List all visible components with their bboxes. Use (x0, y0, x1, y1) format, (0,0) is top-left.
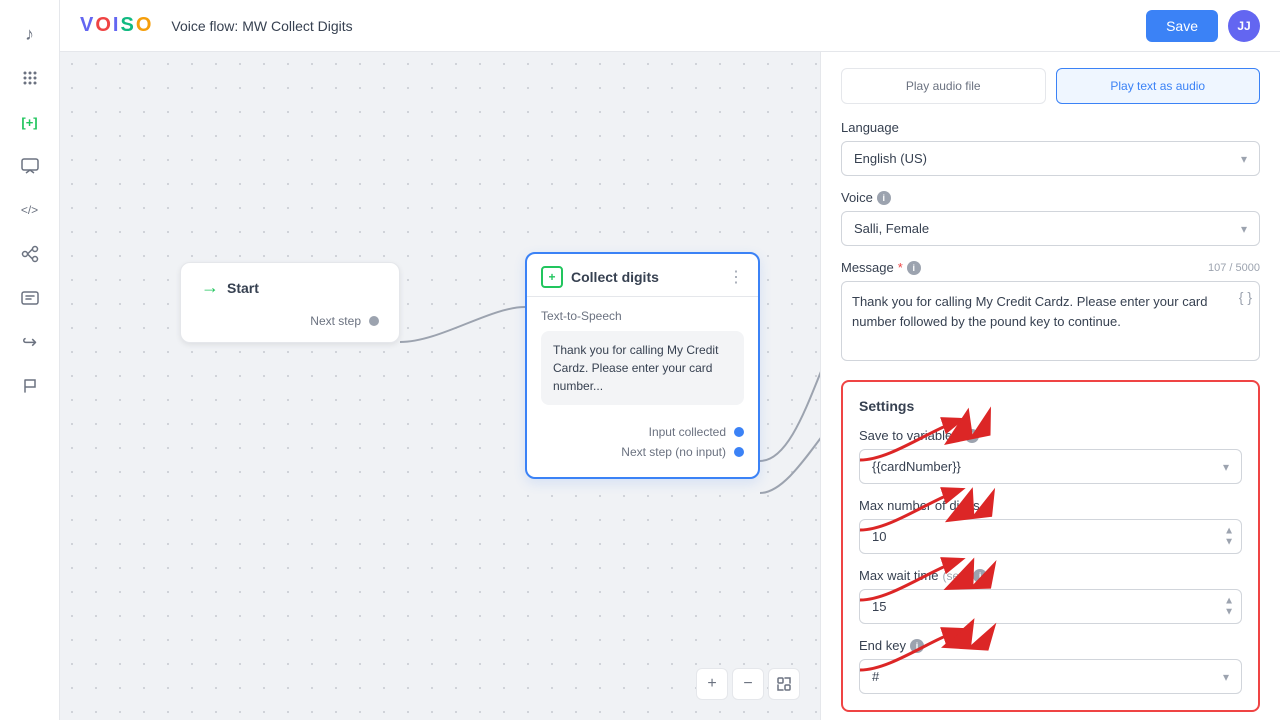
start-node-header: → Start (201, 277, 379, 298)
max-digits-up[interactable]: ▲ (1224, 526, 1234, 536)
tts-bubble: Thank you for calling My Credit Cardz. P… (541, 331, 744, 405)
chat-bubble-icon[interactable] (12, 148, 48, 184)
voice-value: Salli, Female (854, 221, 929, 236)
max-digits-label: Max number of digits (859, 498, 1242, 513)
voice-info-icon[interactable]: i (877, 191, 891, 205)
collect-title-text: Collect digits (571, 269, 659, 285)
max-wait-wrap: ▲ ▼ (859, 589, 1242, 624)
save-to-variable-label: Save to variable * i (859, 428, 1242, 443)
music-icon[interactable]: ♪ (12, 16, 48, 52)
header-right: Save JJ (1146, 10, 1260, 42)
max-wait-spinner: ▲ ▼ (1224, 596, 1234, 617)
max-digits-input[interactable] (859, 519, 1242, 554)
end-key-label: End key i (859, 638, 1242, 653)
right-panel: Play audio file Play text as audio Langu… (820, 52, 1280, 720)
header-title: Voice flow: MW Collect Digits (171, 18, 352, 34)
max-digits-wrap: ▲ ▼ (859, 519, 1242, 554)
message-wrap: { } (841, 281, 1260, 366)
node-menu-icon[interactable]: ⋮ (728, 267, 744, 287)
max-wait-info-icon[interactable]: i (973, 569, 987, 583)
collect-node-header: + Collect digits ⋮ (527, 254, 758, 297)
save-variable-info-icon[interactable]: i (965, 429, 979, 443)
voice-select[interactable]: Salli, Female ▾ (841, 211, 1260, 246)
logo-s: S (120, 14, 133, 37)
audio-row: Play audio file Play text as audio (841, 68, 1260, 104)
max-wait-label: Max wait time (sec) i (859, 568, 1242, 583)
logo-o1: O (95, 14, 111, 37)
message-textarea[interactable] (841, 281, 1260, 361)
save-variable-chevron: ▾ (1223, 460, 1229, 474)
header-left: V O I S O Voice flow: MW Collect Digits (80, 14, 353, 37)
panel-audio-section: Play audio file Play text as audio Langu… (821, 52, 1280, 720)
voice-chevron: ▾ (1241, 222, 1247, 236)
flag-icon[interactable] (12, 368, 48, 404)
settings-section: Settings Save to variable * i {{cardNumb… (841, 380, 1260, 712)
logo: V O I S O (80, 14, 151, 37)
settings-title: Settings (859, 398, 1242, 414)
voice-label: Voice i (841, 190, 1260, 205)
play-audio-file-button[interactable]: Play audio file (841, 68, 1046, 104)
end-key-chevron: ▾ (1223, 670, 1229, 684)
zoom-out-button[interactable]: − (732, 668, 764, 700)
end-key-select[interactable]: # ▾ (859, 659, 1242, 694)
max-wait-unit: (sec) (942, 569, 969, 583)
canvas-controls: + − (696, 668, 800, 700)
sidebar: ♪ [+] </> ↪ (0, 0, 60, 720)
forward-icon[interactable]: ↪ (12, 324, 48, 360)
no-input-connector (734, 447, 744, 457)
save-variable-value: {{cardNumber}} (872, 459, 961, 474)
logo-v: V (80, 14, 93, 37)
logo-i: I (113, 14, 119, 37)
end-key-info-icon[interactable]: i (910, 639, 924, 653)
next-step-label: Next step (310, 314, 361, 328)
save-button[interactable]: Save (1146, 10, 1218, 42)
next-step-connector (369, 316, 379, 326)
message-info-icon[interactable]: i (907, 261, 921, 275)
collect-node-title: + Collect digits (541, 266, 659, 288)
max-wait-up[interactable]: ▲ (1224, 596, 1234, 606)
language-value: English (US) (854, 151, 927, 166)
start-node: → Start Next step (180, 262, 400, 343)
output-row-2: Next step (no input) (541, 445, 744, 459)
max-wait-down[interactable]: ▼ (1224, 607, 1234, 617)
no-input-label: Next step (no input) (621, 445, 726, 459)
max-digits-spinner: ▲ ▼ (1224, 526, 1234, 547)
language-select[interactable]: English (US) ▾ (841, 141, 1260, 176)
collect-node-footer: Input collected Next step (no input) (527, 417, 758, 477)
language-chevron: ▾ (1241, 152, 1247, 166)
start-label: Start (227, 280, 259, 296)
language-label: Language (841, 120, 1260, 135)
start-arrow-icon: → (201, 277, 219, 298)
collect-node[interactable]: + Collect digits ⋮ Text-to-Speech Thank … (525, 252, 760, 479)
canvas[interactable]: → Start Next step + Collect digits ⋮ (60, 52, 820, 720)
header: V O I S O Voice flow: MW Collect Digits … (60, 0, 1280, 52)
message-counter: 107 / 5000 (1208, 262, 1260, 274)
save-variable-select[interactable]: {{cardNumber}} ▾ (859, 449, 1242, 484)
max-digits-down[interactable]: ▼ (1224, 537, 1234, 547)
tts-label: Text-to-Speech (541, 309, 744, 323)
content-area: → Start Next step + Collect digits ⋮ (60, 52, 1280, 720)
next-step-row: Next step (201, 314, 379, 328)
message-label: Message * i 107 / 5000 (841, 260, 1260, 275)
plus-bracket-icon[interactable]: [+] (12, 104, 48, 140)
max-wait-input[interactable] (859, 589, 1242, 624)
input-collected-connector (734, 427, 744, 437)
variable-insert-button[interactable]: { } (1239, 289, 1252, 305)
branch-icon[interactable] (12, 236, 48, 272)
zoom-in-button[interactable]: + (696, 668, 728, 700)
fit-button[interactable] (768, 668, 800, 700)
input-collected-label: Input collected (649, 425, 726, 439)
code-icon[interactable]: </> (12, 192, 48, 228)
end-key-value: # (872, 669, 879, 684)
collect-icon: + (541, 266, 563, 288)
output-row-1: Input collected (541, 425, 744, 439)
grid-icon[interactable] (12, 60, 48, 96)
collect-node-body: Text-to-Speech Thank you for calling My … (527, 297, 758, 417)
play-text-as-audio-button[interactable]: Play text as audio (1056, 68, 1261, 104)
logo-o2: O (136, 14, 152, 37)
avatar: JJ (1228, 10, 1260, 42)
message-icon[interactable] (12, 280, 48, 316)
